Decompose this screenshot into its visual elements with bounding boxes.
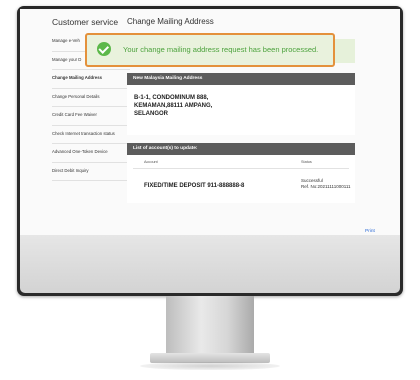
success-message: Your change mailing address request has … — [123, 45, 319, 54]
address-panel: B-1-1, CONDOMINUM 888, KEMAMAN,88111 AMP… — [127, 85, 355, 135]
sidebar-item-label: Change Mailing Address — [52, 75, 102, 80]
sidebar-item-check-transaction-status[interactable]: Check Internet transaction status — [52, 126, 130, 144]
accounts-panel-heading: List of account(s) to update: — [127, 143, 355, 155]
sidebar-item-label: Direct Debit Inquiry — [52, 167, 89, 173]
monitor-stand — [166, 296, 254, 354]
sidebar-item-credit-card-fee-waiver[interactable]: Credit Card Fee Waiver — [52, 107, 130, 126]
sidebar-item-change-personal-details[interactable]: Change Personal Details — [52, 89, 130, 107]
sidebar-item-label: Manage your D — [52, 56, 82, 62]
stand-shadow — [140, 362, 280, 370]
sidebar-item-one-token-device[interactable]: Advanced One-Token Device — [52, 144, 130, 163]
sidebar-title: Customer service — [52, 17, 119, 27]
accounts-panel: Account Status FIXED/TIME DEPOSIT 911-88… — [127, 155, 355, 203]
address-line-2: KEMAMAN,88111 AMPANG, — [134, 103, 213, 109]
sidebar-item-direct-debit-inquiry[interactable]: Direct Debit Inquiry — [52, 163, 130, 181]
column-header-status: Status — [301, 160, 312, 164]
sidebar-item-label: Change Personal Details — [52, 93, 100, 99]
success-toast: Your change mailing address request has … — [85, 33, 335, 67]
print-link[interactable]: Print — [365, 229, 375, 234]
sidebar-item-label: Advanced One-Token Device — [52, 149, 108, 154]
sidebar-item-label: Manage e-Veh — [52, 38, 80, 43]
status-cell: Successful Ref. No:20211111000111 — [301, 178, 351, 190]
check-circle-icon — [97, 42, 111, 56]
page-title: Change Mailing Address — [127, 17, 214, 26]
account-cell: FIXED/TIME DEPOSIT 911-888888-8 — [144, 183, 245, 189]
sidebar-item-label: Check Internet transaction status — [52, 130, 115, 136]
address-line-1: B-1-1, CONDOMINUM 888, — [134, 95, 209, 101]
monitor-chin — [20, 235, 400, 293]
sidebar-item-change-mailing-address[interactable]: Change Mailing Address► — [52, 70, 134, 89]
column-header-account: Account — [144, 160, 158, 164]
address-line-3: SELANGOR — [134, 111, 169, 117]
address-panel-heading: New Malaysia Mailing Address — [127, 73, 355, 85]
reference-number: Ref. No:20211111000111 — [301, 184, 351, 189]
sidebar-item-label: Credit Card Fee Waiver — [52, 112, 97, 117]
header-divider — [133, 168, 349, 169]
